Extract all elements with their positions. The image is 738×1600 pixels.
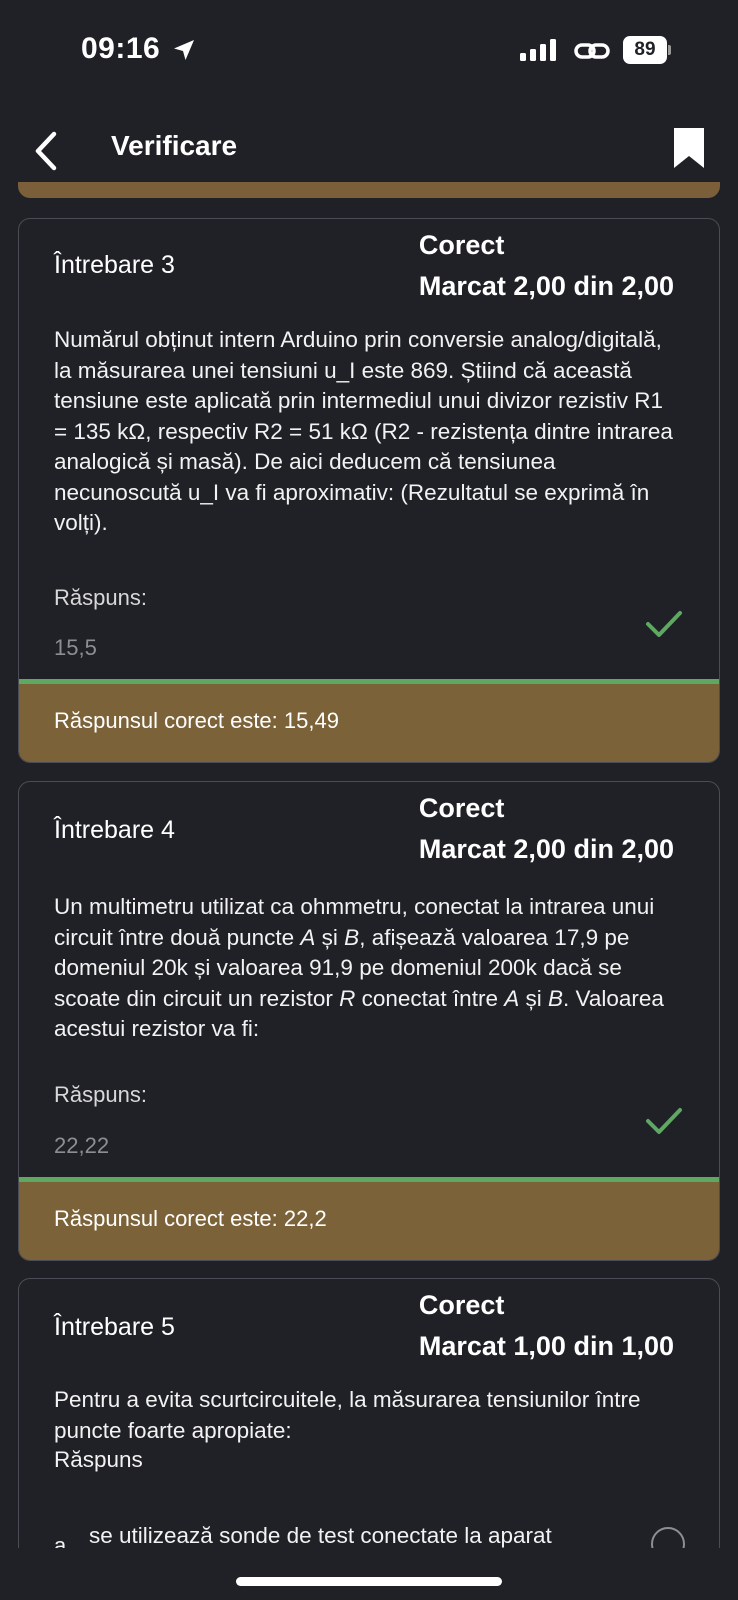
mark-label: Marcat 2,00 din 2,00 [418,834,674,864]
question-title: Întrebare 5 [54,1313,175,1341]
question-text: Pentru a evita scurtcircuitele, la măsur… [54,1387,641,1443]
question-title: Întrebare 4 [54,816,175,844]
battery-icon: 89 [623,36,671,64]
correct-answer-text: Răspunsul corect este: 15,49 [54,708,339,733]
page-title: Verificare [111,130,238,161]
option-label[interactable]: se utilizează sonde de test conectate la… [89,1523,552,1548]
home-indicator[interactable] [236,1577,502,1586]
mark-label: Marcat 2,00 din 2,00 [418,271,674,301]
correct-answer-text: Răspunsul corect este: 22,2 [54,1206,327,1231]
status-bar: 09:16 89 [0,0,738,100]
nav-bar: Verificare [0,110,738,190]
question-card: Întrebare 3 Corect Marcat 2,00 din 2,00 … [18,218,720,763]
question-card: Întrebare 5 Corect Marcat 1,00 din 1,00 … [18,1278,720,1548]
question-title: Întrebare 3 [54,251,175,279]
check-icon [646,611,682,637]
answer-value: 22,22 [54,1133,110,1158]
bookmark-icon[interactable] [672,126,706,170]
battery-level: 89 [623,36,667,64]
feedback-box: Răspunsul corect este: 15,49 [19,684,719,762]
previous-feedback-edge [18,182,720,198]
answer-label: Răspuns: [54,585,147,610]
answer-label: Răspuns [54,1447,143,1472]
radio-icon[interactable] [651,1527,685,1548]
chevron-left-icon[interactable] [30,130,62,172]
question-status: Corect Marcat 2,00 din 2,00 [419,225,674,307]
mark-label: Marcat 1,00 din 1,00 [418,1331,674,1361]
question-card: Întrebare 4 Corect Marcat 2,00 din 2,00 … [18,781,720,1261]
location-arrow-icon [174,40,194,60]
feedback-box: Răspunsul corect este: 22,2 [19,1182,719,1260]
battery-tip [668,45,671,55]
status-label: Corect [418,230,505,260]
link-icon [574,43,610,59]
question-status: Corect Marcat 1,00 din 1,00 [419,1285,674,1367]
answer-label: Răspuns: [54,1082,147,1107]
option-bullet: a. [54,1533,73,1548]
answer-value: 15,5 [54,635,97,660]
check-icon [646,1108,682,1134]
status-time: 09:16 [81,32,161,65]
question-text: Numărul obținut intern Arduino prin conv… [54,327,673,535]
question-status: Corect Marcat 2,00 din 2,00 [419,788,674,870]
status-label: Corect [418,793,505,823]
question-text: Un multimetru utilizat ca ohmmetru, cone… [54,894,664,1041]
status-label: Corect [418,1290,505,1320]
signal-icon [520,39,556,61]
